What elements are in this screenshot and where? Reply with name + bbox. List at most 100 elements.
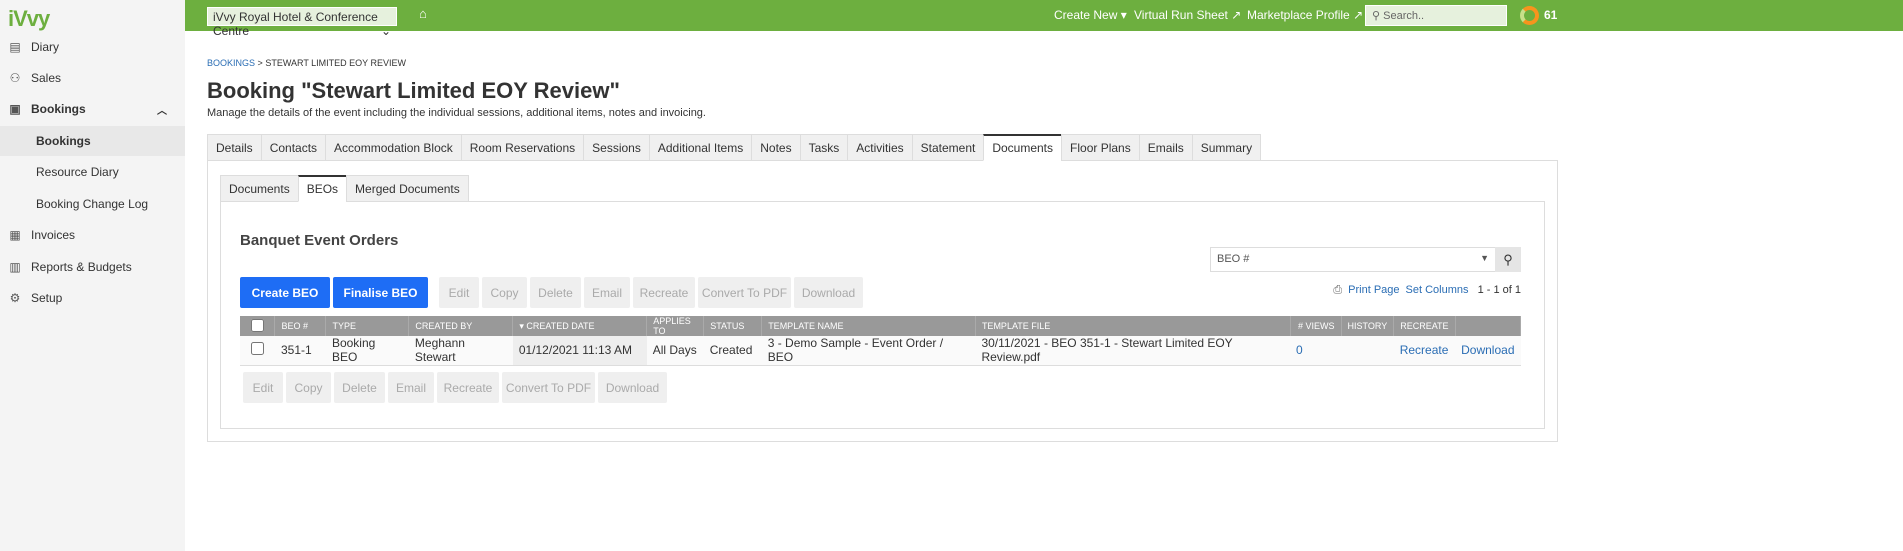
external-link-icon: ↗ (1353, 8, 1364, 22)
home-icon[interactable]: ⌂ (419, 6, 427, 21)
select-all-checkbox[interactable] (240, 316, 276, 336)
beo-number: 351-1 (274, 336, 326, 366)
beo-filter-select[interactable]: BEO # ▼ (1210, 247, 1496, 272)
print-page-link[interactable]: Print Page (1348, 284, 1399, 296)
status: Created (703, 336, 762, 366)
tab-summary[interactable]: Summary (1191, 134, 1262, 161)
sort-desc-icon: ▾ (519, 320, 524, 331)
tab-additional-items[interactable]: Additional Items (648, 134, 752, 161)
tab-sessions[interactable]: Sessions (583, 134, 649, 161)
sidebar: iVvy ▤ Diary ⚇ Sales ▣ Bookings ︿ Bookings R… (0, 0, 185, 551)
applies-to: All Days (646, 336, 704, 366)
label: Sales (31, 71, 62, 85)
label: Virtual Run Sheet (1134, 8, 1228, 22)
delete-button[interactable]: Delete (530, 277, 581, 308)
ivvy-logo[interactable]: iVvy (8, 6, 50, 32)
virtual-run-sheet-link[interactable]: Virtual Run Sheet ↗ (1134, 8, 1241, 22)
row-checkbox[interactable] (250, 342, 264, 356)
label: Create New (1054, 8, 1118, 22)
search-input[interactable]: ⚲ Search.. (1365, 5, 1507, 26)
tab-details[interactable]: Details (207, 134, 261, 161)
finalise-beo-button[interactable]: Finalise BEO (333, 277, 428, 308)
create-new-menu[interactable]: Create New ▾ (1054, 8, 1127, 22)
type: Booking BEO (325, 336, 409, 366)
edit-button-bottom[interactable]: Edit (243, 372, 283, 403)
col-created-by[interactable]: CREATED BY (408, 316, 514, 336)
sidebar-item-setup[interactable]: ⚙ Setup (0, 283, 185, 313)
sidebar-item-resource-diary[interactable]: Resource Diary (0, 157, 185, 187)
section-title: Banquet Event Orders (240, 232, 399, 249)
col-beo[interactable]: BEO # (274, 316, 327, 336)
email-button-bottom[interactable]: Email (388, 372, 434, 403)
row-checkbox-cell[interactable] (240, 336, 275, 366)
col-type[interactable]: TYPE (325, 316, 410, 336)
subtab-beos[interactable]: BEOs (297, 175, 347, 202)
download-button[interactable]: Download (794, 277, 863, 308)
tab-notes[interactable]: Notes (751, 134, 800, 161)
caret-down-icon: ▼ (1480, 253, 1489, 263)
label: Reports & Budgets (31, 260, 132, 274)
create-beo-button[interactable]: Create BEO (240, 277, 330, 308)
label: Setup (31, 291, 63, 305)
download-link[interactable]: Download (1461, 343, 1514, 357)
sidebar-item-bookings-list[interactable]: Bookings (0, 126, 185, 156)
score-ring-icon[interactable] (1520, 6, 1539, 25)
sidebar-item-reports[interactable]: ▥ Reports & Budgets (0, 252, 185, 282)
convert-pdf-button-bottom[interactable]: Convert To PDF (502, 372, 595, 403)
tab-contacts[interactable]: Contacts (260, 134, 326, 161)
col-created-date[interactable]: ▾ CREATED DATE (512, 316, 648, 336)
tab-documents[interactable]: Documents (983, 134, 1062, 161)
edit-button[interactable]: Edit (439, 277, 479, 308)
tab-accommodation-block[interactable]: Accommodation Block (325, 134, 461, 161)
col-status[interactable]: STATUS (703, 316, 763, 336)
col-download (1455, 316, 1522, 336)
sep: > (257, 58, 263, 68)
col-applies-to[interactable]: APPLIES TO (646, 316, 705, 336)
sidebar-item-invoices[interactable]: ▦ Invoices (0, 220, 185, 250)
subtab-documents[interactable]: Documents (220, 175, 298, 202)
col-template-name[interactable]: TEMPLATE NAME (761, 316, 976, 336)
marketplace-profile-link[interactable]: Marketplace Profile ↗ (1247, 8, 1363, 22)
recreate-button[interactable]: Recreate (633, 277, 695, 308)
tab-tasks[interactable]: Tasks (799, 134, 848, 161)
sales-icon: ⚇ (9, 71, 21, 85)
recreate-button-bottom[interactable]: Recreate (437, 372, 499, 403)
sidebar-item-change-log[interactable]: Booking Change Log (0, 189, 185, 219)
label: CREATED DATE (526, 320, 595, 331)
views-cell: 0 (1290, 336, 1342, 366)
recreate-cell: Recreate (1393, 336, 1456, 366)
copy-button[interactable]: Copy (482, 277, 527, 308)
breadcrumb-bookings[interactable]: BOOKINGS (207, 58, 255, 68)
venue-select[interactable]: iVvy Royal Hotel & Conference Centre ⌄ (207, 7, 397, 38)
sidebar-item-bookings[interactable]: ▣ Bookings ︿ (0, 94, 185, 124)
recreate-link[interactable]: Recreate (1400, 343, 1449, 357)
tab-emails[interactable]: Emails (1138, 134, 1192, 161)
sidebar-item-sales[interactable]: ⚇ Sales (0, 63, 185, 93)
checkbox[interactable] (250, 318, 264, 332)
label: Invoices (31, 228, 76, 242)
label: Bookings (31, 102, 86, 116)
score[interactable]: 61 (1544, 8, 1557, 22)
tab-floor-plans[interactable]: Floor Plans (1061, 134, 1139, 161)
col-template-file[interactable]: TEMPLATE FILE (975, 316, 1291, 336)
email-button[interactable]: Email (584, 277, 630, 308)
convert-pdf-button[interactable]: Convert To PDF (698, 277, 791, 308)
copy-button-bottom[interactable]: Copy (286, 372, 331, 403)
gear-icon: ⚙ (9, 291, 21, 305)
tab-room-reservations[interactable]: Room Reservations (460, 134, 584, 161)
download-button-bottom[interactable]: Download (598, 372, 667, 403)
set-columns-link[interactable]: Set Columns (1406, 284, 1469, 296)
main-tabs: Details Contacts Accommodation Block Roo… (207, 134, 1262, 161)
sidebar-item-diary[interactable]: ▤ Diary (0, 32, 185, 62)
delete-button-bottom[interactable]: Delete (334, 372, 385, 403)
search-icon: ⚲ (1503, 252, 1513, 267)
search-button[interactable]: ⚲ (1495, 247, 1521, 272)
search-icon: ⚲ (1372, 10, 1381, 22)
subtab-merged-documents[interactable]: Merged Documents (346, 175, 469, 202)
created-date: 01/12/2021 11:13 AM (512, 336, 647, 366)
col-views[interactable]: # VIEWS (1290, 316, 1342, 336)
tab-activities[interactable]: Activities (847, 134, 912, 161)
tab-statement[interactable]: Statement (911, 134, 984, 161)
caret-down-icon: ▾ (1120, 8, 1127, 22)
views-link[interactable]: 0 (1296, 343, 1303, 357)
